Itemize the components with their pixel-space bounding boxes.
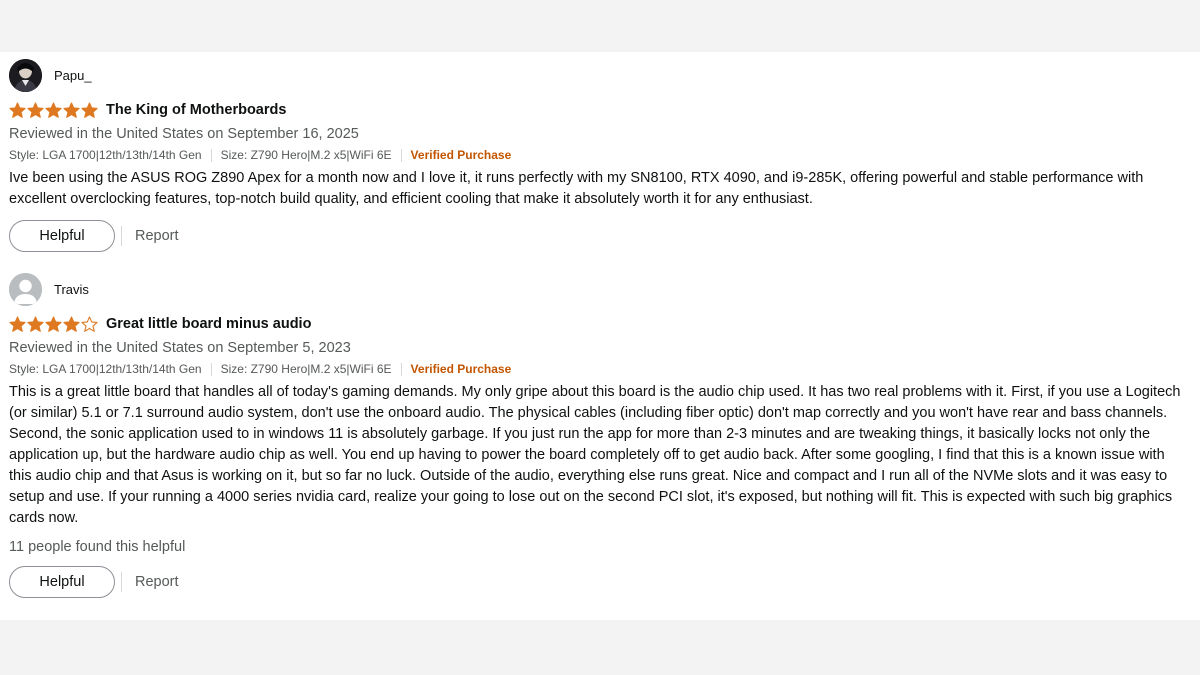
report-link[interactable]: Report — [135, 574, 179, 590]
star-filled-icon — [81, 101, 98, 118]
default-user-icon — [9, 272, 42, 306]
review-heading: Great little board minus audio — [9, 313, 1186, 335]
review-date: Reviewed in the United States on Septemb… — [9, 340, 351, 356]
variant-info: Style: LGA 1700|12th/13th/14th Gen Size:… — [9, 145, 1186, 165]
review-title[interactable]: The King of Motherboards — [106, 102, 286, 118]
divider — [400, 148, 402, 162]
reviewer-profile[interactable]: Papu_ — [9, 58, 1186, 92]
star-filled-icon — [63, 101, 80, 118]
helpful-button[interactable]: Helpful — [9, 566, 115, 598]
star-filled-icon — [45, 315, 62, 332]
star-filled-icon — [63, 315, 80, 332]
reviewer-name[interactable]: Papu_ — [54, 68, 92, 83]
divider — [121, 226, 122, 246]
style-variant-link[interactable]: Style: LGA 1700|12th/13th/14th Gen — [9, 148, 202, 162]
star-filled-icon — [27, 101, 44, 118]
review-heading: The King of Motherboards — [9, 99, 1186, 121]
star-filled-icon — [9, 315, 26, 332]
reviews-list: Papu_ The King of Motherboards Reviewed … — [0, 52, 1200, 620]
star-filled-icon — [9, 101, 26, 118]
star-rating[interactable] — [9, 315, 99, 333]
star-rating[interactable] — [9, 101, 99, 119]
star-outline-icon — [81, 315, 98, 332]
review-body: Ive been using the ASUS ROG Z890 Apex fo… — [9, 170, 1144, 207]
divider — [210, 362, 212, 376]
reviewer-profile[interactable]: Travis — [9, 272, 1186, 306]
reviewer-name[interactable]: Travis — [54, 282, 89, 297]
size-variant-link[interactable]: Size: Z790 Hero|M.2 x5|WiFi 6E — [221, 148, 392, 162]
helpful-button[interactable]: Helpful — [9, 220, 115, 252]
user-portrait-icon — [9, 58, 42, 92]
style-variant-link[interactable]: Style: LGA 1700|12th/13th/14th Gen — [9, 362, 202, 376]
star-filled-icon — [45, 101, 62, 118]
review-actions: Helpful Report — [9, 220, 1186, 252]
star-filled-icon — [27, 315, 44, 332]
verified-purchase-badge[interactable]: Verified Purchase — [411, 148, 512, 162]
verified-purchase-badge[interactable]: Verified Purchase — [411, 362, 512, 376]
divider — [210, 148, 212, 162]
review-card: Travis Great little board minus audio Re… — [9, 272, 1186, 598]
divider — [121, 572, 122, 592]
review-actions: Helpful Report — [9, 566, 1186, 598]
avatar[interactable] — [9, 272, 42, 306]
review-page: Papu_ The King of Motherboards Reviewed … — [0, 0, 1200, 675]
review-body: This is a great little board that handle… — [9, 384, 1181, 526]
review-date: Reviewed in the United States on Septemb… — [9, 126, 359, 142]
divider — [400, 362, 402, 376]
helpful-count: 11 people found this helpful — [9, 539, 186, 555]
size-variant-link[interactable]: Size: Z790 Hero|M.2 x5|WiFi 6E — [221, 362, 392, 376]
review-title[interactable]: Great little board minus audio — [106, 316, 311, 332]
review-card: Papu_ The King of Motherboards Reviewed … — [9, 58, 1186, 252]
avatar[interactable] — [9, 58, 42, 92]
variant-info: Style: LGA 1700|12th/13th/14th Gen Size:… — [9, 359, 1186, 379]
report-link[interactable]: Report — [135, 228, 179, 244]
